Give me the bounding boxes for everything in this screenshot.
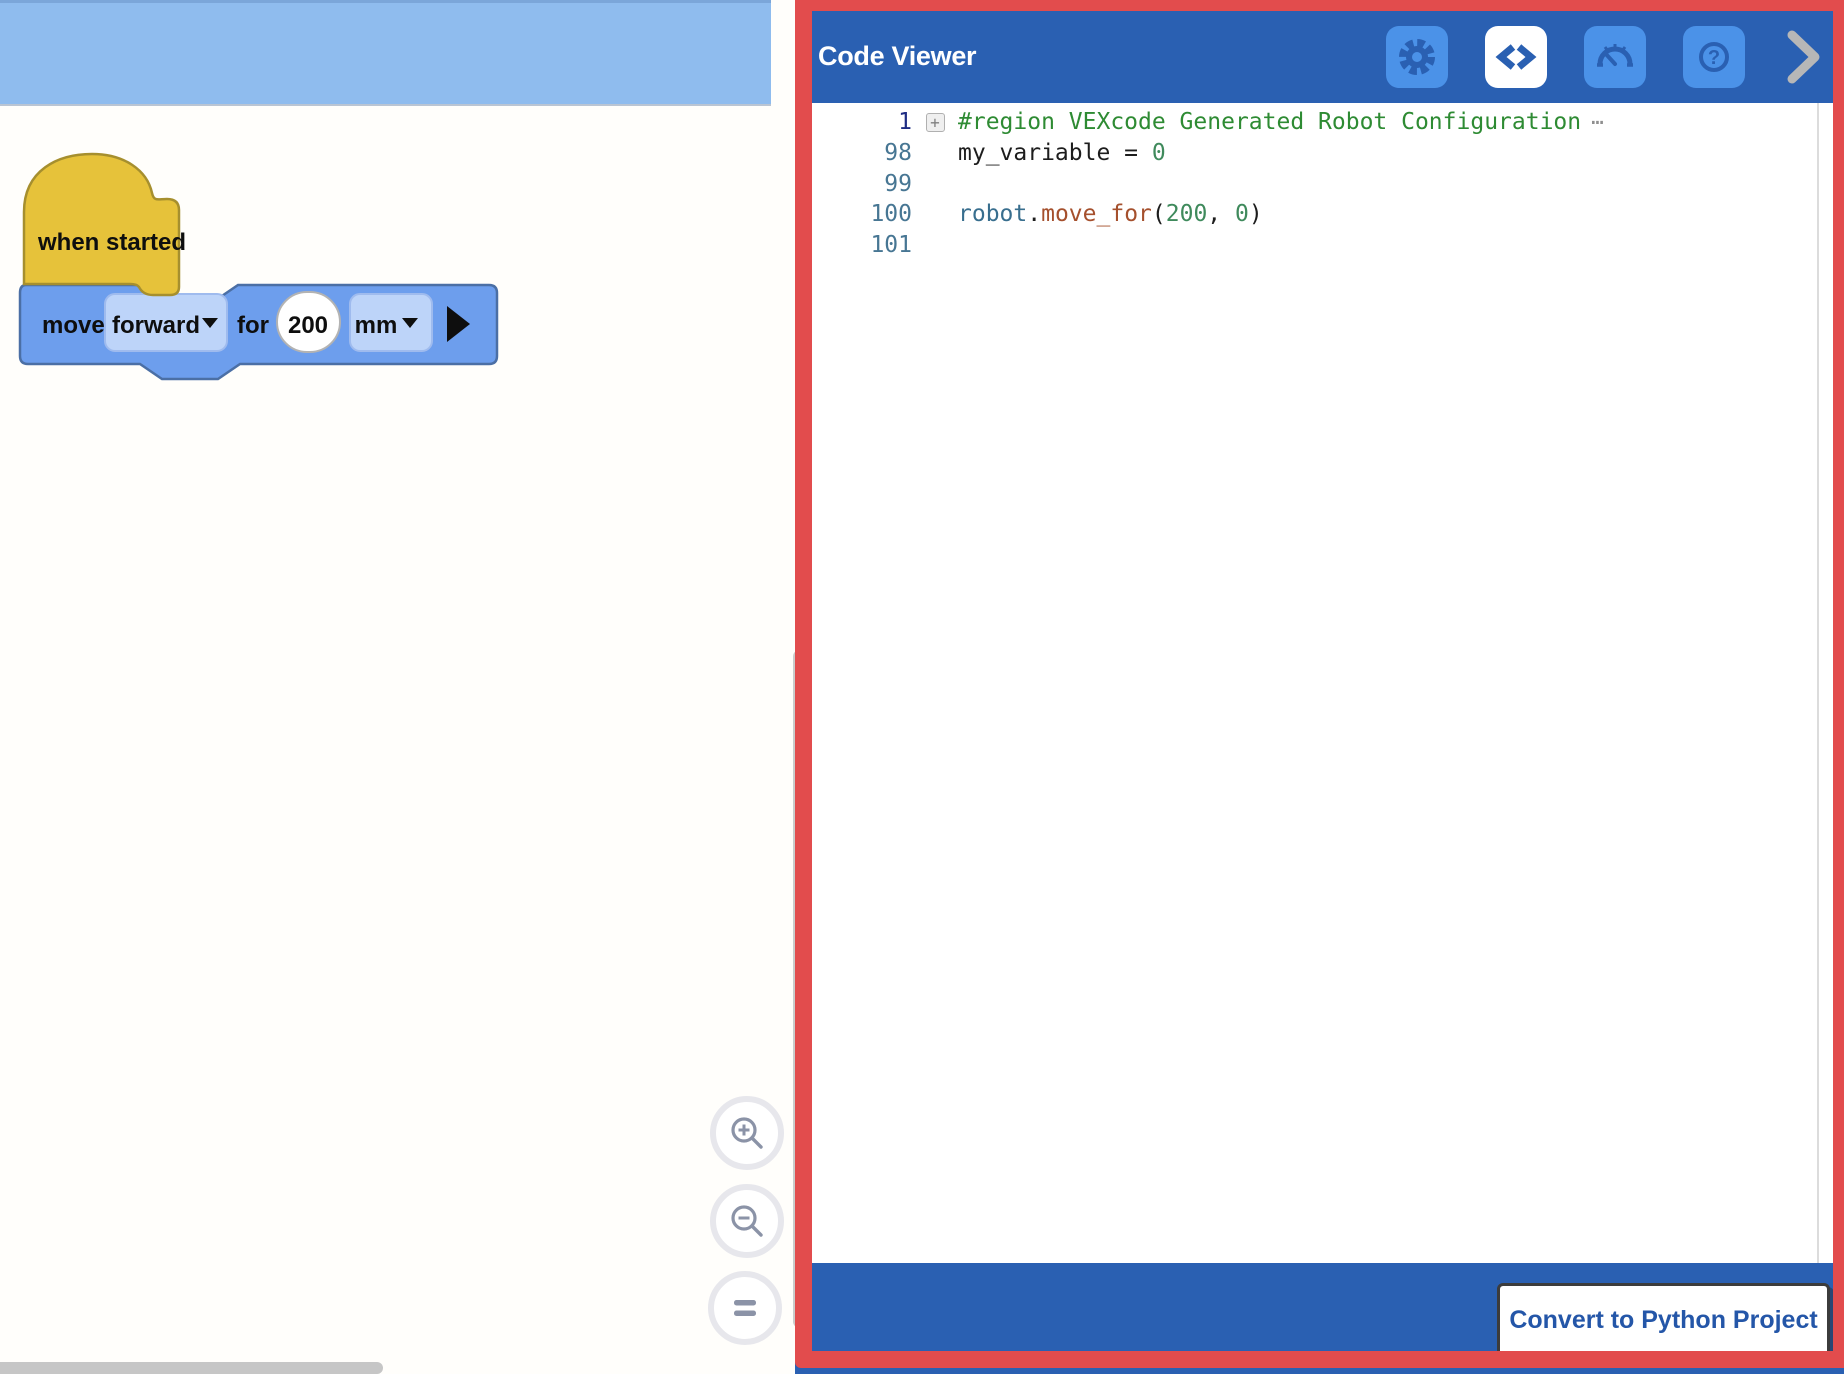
line-number: 101 [795, 232, 912, 258]
code-text: my_variable = 0 [958, 140, 1166, 166]
help-button[interactable]: ? [1683, 26, 1745, 88]
settings-button[interactable] [1386, 26, 1448, 88]
zoom-reset-button[interactable] [708, 1271, 782, 1345]
move-block[interactable]: move forward for 200 mm [20, 285, 497, 379]
code-view-button[interactable] [1485, 26, 1547, 88]
code-area: 1 + #region VEXcode Generated Robot Config… [795, 103, 1844, 1263]
zoom-in-button[interactable] [710, 1096, 784, 1170]
line-number: 1 [795, 109, 912, 135]
code-viewer-header: Code Viewer [795, 0, 1844, 103]
help-icon: ? [1690, 33, 1738, 81]
code-line: 100 robot.move_for(200, 0) [795, 199, 1844, 230]
scroll-track-divider [1817, 103, 1819, 1263]
line-number: 98 [795, 140, 912, 166]
block-workspace: move forward for 200 mm when started [0, 0, 795, 1374]
convert-to-python-button[interactable]: Convert to Python Project [1497, 1283, 1830, 1357]
chevron-right-icon [1782, 26, 1824, 88]
when-started-label: when started [37, 229, 186, 256]
direction-value: forward [112, 312, 200, 339]
code-viewer-panel: Code Viewer [795, 0, 1844, 1374]
move-label: move [42, 312, 105, 339]
when-started-block[interactable]: when started [24, 154, 186, 295]
collapse-panel-button[interactable] [1782, 26, 1824, 88]
blocks-canvas: move forward for 200 mm when started [0, 0, 600, 420]
gear-icon [1393, 33, 1441, 81]
code-viewer-title: Code Viewer [818, 41, 976, 72]
code-line: 1 + #region VEXcode Generated Robot Config… [795, 107, 1844, 138]
code-icon [1494, 35, 1538, 79]
svg-text:?: ? [1708, 47, 1720, 69]
code-text: robot.move_for(200, 0) [958, 201, 1263, 227]
magnifier-minus-icon [726, 1200, 768, 1242]
code-line: 99 [795, 168, 1844, 199]
distance-input[interactable]: 200 [277, 292, 340, 352]
magnifier-plus-icon [726, 1112, 768, 1154]
fold-toggle-icon[interactable]: + [926, 113, 945, 132]
code-line: 98 my_variable = 0 [795, 138, 1844, 169]
distance-value: 200 [288, 312, 328, 339]
line-number: 99 [795, 171, 912, 197]
gauge-icon [1591, 33, 1639, 81]
unit-dropdown[interactable]: mm [350, 294, 432, 351]
dashboard-button[interactable] [1584, 26, 1646, 88]
for-label: for [237, 312, 269, 339]
code-text: #region VEXcode Generated Robot Configur… [958, 109, 1605, 135]
code-lines: 1 + #region VEXcode Generated Robot Config… [795, 107, 1844, 260]
equals-icon [724, 1287, 766, 1329]
horizontal-scrollbar[interactable] [0, 1362, 383, 1374]
code-viewer-footer: Convert to Python Project [795, 1263, 1844, 1374]
direction-dropdown[interactable]: forward [105, 294, 227, 351]
code-line: 101 [795, 230, 1844, 261]
unit-value: mm [355, 312, 398, 339]
line-number: 100 [795, 201, 912, 227]
zoom-out-button[interactable] [710, 1184, 784, 1258]
folded-code-ellipsis[interactable]: ⋯ [1591, 110, 1605, 134]
